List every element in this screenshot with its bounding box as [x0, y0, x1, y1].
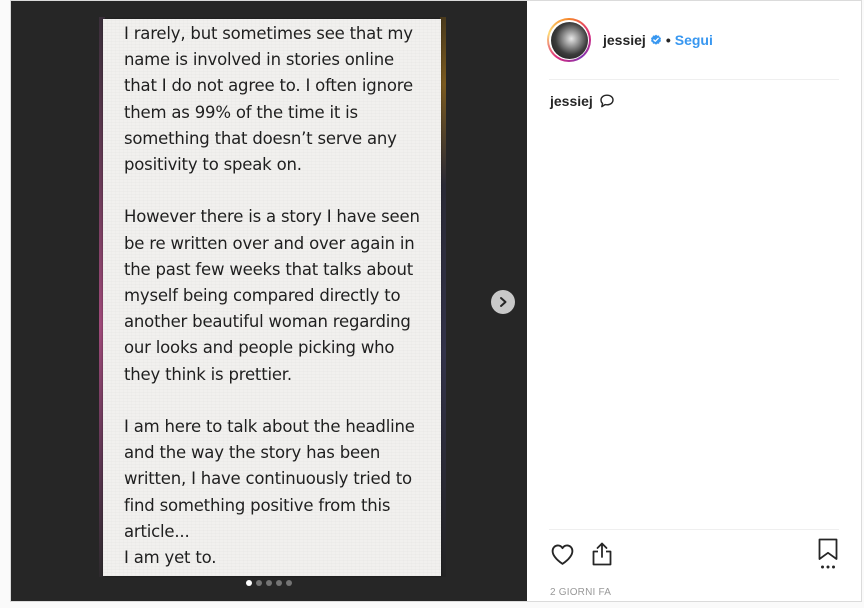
carousel-dot — [286, 580, 292, 586]
carousel-dot — [266, 580, 272, 586]
note-paragraph-3: I am here to talk about the headline and… — [124, 417, 415, 568]
carousel-dot — [276, 580, 282, 586]
carousel-indicator — [11, 580, 527, 586]
speech-bubble-icon[interactable] — [599, 93, 615, 109]
chevron-right-icon — [500, 297, 507, 307]
caption-username[interactable]: jessiej — [550, 93, 593, 109]
next-slide-button[interactable] — [491, 290, 515, 314]
caption: jessiej — [550, 93, 615, 109]
post-dialog: I rarely, but sometimes see that my name… — [10, 0, 862, 602]
username-link[interactable]: jessiej — [603, 32, 646, 48]
post-sidebar: jessiej • Segui jessiej 2 GIORNI FA — [527, 1, 861, 601]
verified-badge-icon — [650, 34, 661, 45]
heart-icon — [551, 544, 573, 565]
story-ring[interactable] — [547, 18, 591, 62]
share-icon — [592, 542, 612, 566]
carousel-dot — [246, 580, 252, 586]
share-button[interactable] — [589, 541, 615, 567]
save-button[interactable] — [815, 538, 841, 569]
post-header: jessiej • Segui — [547, 1, 839, 80]
note-image: I rarely, but sometimes see that my name… — [103, 19, 441, 576]
action-bar — [549, 529, 839, 578]
bookmark-icon — [818, 538, 838, 569]
follow-button[interactable]: Segui — [675, 32, 713, 48]
like-button[interactable] — [549, 541, 575, 567]
avatar — [550, 21, 588, 59]
separator-dot: • — [665, 32, 671, 48]
note-paragraph-2: However there is a story I have seen be … — [124, 207, 420, 384]
carousel-dot — [256, 580, 262, 586]
post-media: I rarely, but sometimes see that my name… — [11, 1, 527, 601]
note-paragraph-1: I rarely, but sometimes see that my name… — [124, 24, 413, 175]
post-timestamp[interactable]: 2 GIORNI FA — [550, 587, 611, 598]
